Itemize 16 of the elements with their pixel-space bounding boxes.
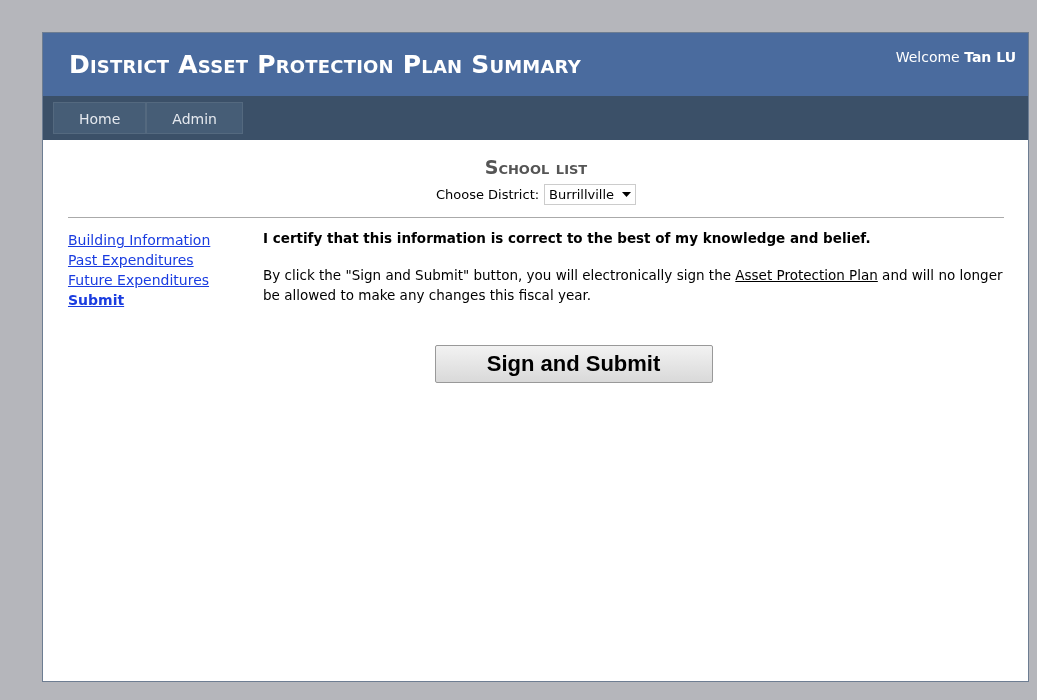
sign-and-submit-button[interactable]: Sign and Submit [434,345,713,383]
plan-link[interactable]: Asset Protection Plan [735,267,878,283]
sidebar-link[interactable]: Future Expenditures [68,272,263,288]
section-title: School list [484,156,588,178]
welcome-text: Welcome Tan LU [895,48,1016,67]
sidebar-link[interactable]: Building Information [68,232,263,248]
page-title: District Asset Protection Plan Summary [69,50,581,79]
caret-icon [622,192,632,197]
notice-text: By click the "Sign and Submit" button, you will electronically sign the Asset Protection Plan and will no longer be allowed to make any changes this fiscal year. [263,266,1004,305]
sidebar-link[interactable]: Past Expenditures [68,252,263,268]
nav-tab[interactable]: Admin [146,102,243,134]
district-label: Choose District: [435,187,540,202]
certify-text: I certify that this information is correct to the best of my knowledge and belief. [263,230,872,246]
nav-tab[interactable]: Home [53,102,147,134]
district-dropdown[interactable]: Burrillville [544,184,637,205]
sidebar-link[interactable]: Submit [68,292,263,308]
